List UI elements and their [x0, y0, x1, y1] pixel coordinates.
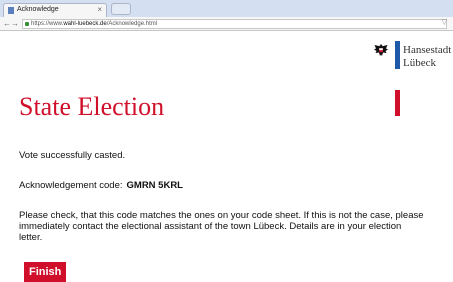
logo-bar-red — [395, 90, 400, 116]
back-arrow-icon[interactable]: ← — [3, 19, 11, 28]
new-tab-button[interactable] — [111, 3, 131, 15]
tab-title: Acknowledge — [17, 6, 59, 13]
instructions-text: Please check, that this code matches the… — [19, 210, 424, 243]
page-title: State Election — [19, 92, 165, 121]
ack-code: GMRN 5KRL — [126, 180, 183, 191]
ack-label: Acknowledgement code: — [19, 180, 123, 191]
url-prefix: https://www. — [31, 21, 64, 27]
address-bar: ← → https://www.wahl-luebeck.de/Acknowle… — [0, 17, 453, 31]
eagle-crest-icon — [374, 44, 388, 56]
browser-tab[interactable]: Acknowledge × — [3, 3, 107, 17]
finish-button[interactable]: Finish — [24, 262, 67, 282]
dropdown-icon[interactable]: ▽ — [442, 18, 447, 26]
url-input[interactable]: https://www.wahl-luebeck.de/Acknowledge.… — [22, 19, 447, 29]
tab-bar: Acknowledge × — [0, 0, 453, 17]
forward-arrow-icon[interactable]: → — [11, 19, 19, 28]
close-tab-icon[interactable]: × — [97, 5, 102, 14]
city-logo-text: Hansestadt Lübeck — [403, 44, 452, 69]
success-message: Vote successfully casted. — [19, 150, 126, 161]
url-host: wahl-luebeck.de — [63, 21, 107, 27]
url-path: /Acknowledge.html — [106, 21, 158, 27]
ack-line: Acknowledgement code: GMRN 5KRL — [19, 180, 183, 191]
lock-icon — [25, 22, 29, 26]
logo-bar-blue — [395, 41, 400, 69]
page-favicon-icon — [8, 7, 14, 14]
